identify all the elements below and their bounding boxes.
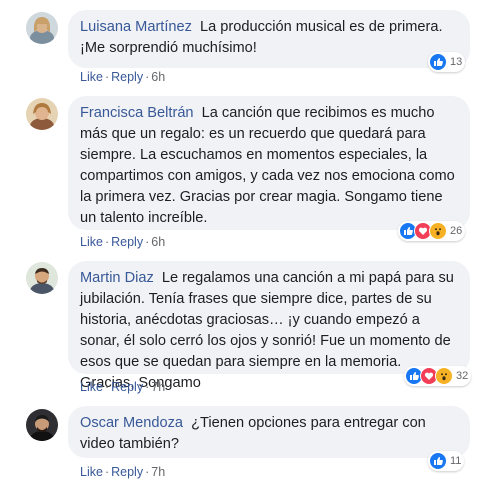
timestamp[interactable]: 6h [151, 70, 165, 84]
reply-link[interactable]: Reply [111, 465, 143, 479]
comment-bubble: Oscar Mendoza ¿Tienen opciones para entr… [68, 406, 470, 458]
reaction-summary[interactable]: 13 [428, 52, 466, 72]
comment-actions: Like · Reply · 7h [80, 380, 166, 394]
comment-bubble: Francisca Beltrán La canción que recibim… [68, 96, 470, 230]
author-name[interactable]: Francisca Beltrán [80, 105, 194, 121]
like-link[interactable]: Like [80, 235, 103, 249]
reply-link[interactable]: Reply [111, 380, 143, 394]
like-reaction-icon [429, 452, 447, 470]
avatar[interactable] [26, 262, 58, 294]
reaction-count: 13 [450, 56, 463, 68]
comment-actions: Like · Reply · 7h [80, 465, 166, 479]
like-reaction-icon [429, 53, 447, 71]
avatar-image [26, 12, 58, 44]
wow-reaction-icon [435, 367, 453, 385]
reaction-summary[interactable]: 32 [404, 366, 472, 386]
avatar-image [26, 409, 58, 441]
comment-actions: Like · Reply · 6h [80, 70, 166, 84]
comment-bubble: Luisana Martínez La producción musical e… [68, 10, 470, 68]
wow-reaction-icon [429, 222, 447, 240]
avatar[interactable] [26, 12, 58, 44]
reaction-count: 11 [450, 455, 462, 467]
reaction-summary[interactable]: 11 [428, 451, 465, 471]
reply-link[interactable]: Reply [111, 235, 143, 249]
avatar[interactable] [26, 98, 58, 130]
timestamp[interactable]: 6h [151, 235, 165, 249]
author-name[interactable]: Luisana Martínez [80, 19, 192, 35]
reaction-count: 32 [456, 370, 469, 382]
avatar-image [26, 262, 58, 294]
author-name[interactable]: Oscar Mendoza [80, 415, 183, 431]
reply-link[interactable]: Reply [111, 70, 143, 84]
avatar[interactable] [26, 409, 58, 441]
comment-text: La canción que recibimos es mucho más qu… [80, 105, 455, 226]
avatar-image [26, 98, 58, 130]
author-name[interactable]: Martin Diaz [80, 270, 154, 286]
like-link[interactable]: Like [80, 70, 103, 84]
timestamp[interactable]: 7h [151, 465, 165, 479]
like-link[interactable]: Like [80, 380, 103, 394]
reaction-count: 26 [450, 225, 463, 237]
comment-text: Le regalamos una canción a mi papá para … [80, 270, 454, 391]
comment-actions: Like · Reply · 6h [80, 235, 166, 249]
reaction-summary[interactable]: 26 [398, 221, 466, 241]
timestamp[interactable]: 7h [151, 380, 165, 394]
like-link[interactable]: Like [80, 465, 103, 479]
comment-bubble: Martin Diaz Le regalamos una canción a m… [68, 261, 470, 391]
